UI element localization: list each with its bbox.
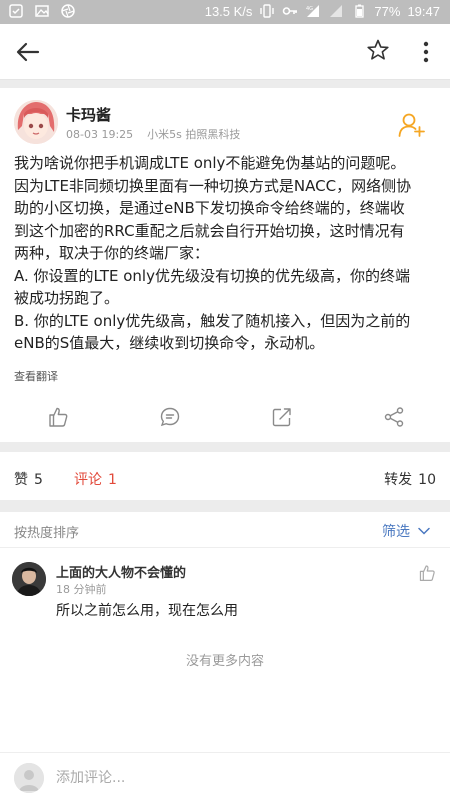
- post-line: A. 你设置的LTE only优先级没有切换的优先级高，你的终端: [14, 266, 410, 285]
- divider: [0, 80, 450, 88]
- counts-bar: 赞5 评论 1 转发 10: [0, 452, 450, 500]
- divider: [0, 500, 450, 512]
- post-line: 因为LTE非同频切换里面有一种切换方式是NACC，网络侧协: [14, 176, 412, 195]
- battery-icon: [355, 4, 365, 18]
- avatar: [14, 763, 44, 793]
- notification-icon: [9, 4, 23, 18]
- aperture-icon: [61, 4, 75, 18]
- post-content: 我为啥说你把手机调成LTE only不能避免伪基站的问题呢。 因为LTE非同频切…: [14, 152, 438, 355]
- comment-composer: 添加评论...: [0, 752, 450, 800]
- signal-icon: 4G: [306, 5, 320, 17]
- more-vert-icon[interactable]: [414, 38, 438, 66]
- post-line: 到这个加密的RRC重配之后就会自行开始切换，这时情况有: [14, 221, 405, 240]
- status-bar: 13.5 K/s 4G 77% 19:47: [0, 0, 450, 24]
- filter-label: 筛选: [382, 524, 410, 540]
- add-friend-icon[interactable]: [398, 112, 426, 138]
- like-icon[interactable]: [47, 406, 69, 428]
- comment-item: 上面的大人物不会懂的 18 分钟前 所以之前怎么用，现在怎么用: [0, 550, 450, 630]
- signal-icon-2: [330, 5, 343, 17]
- key-icon: [283, 7, 298, 15]
- tab-comments[interactable]: 评论 1: [74, 469, 117, 489]
- post-author[interactable]: 卡玛酱: [66, 104, 111, 125]
- network-speed: 13.5 K/s: [204, 3, 253, 19]
- app-bar: [0, 24, 450, 80]
- post-line: eNB的S值最大，继续收到切换命令，永动机。: [14, 334, 325, 352]
- post-actions: [0, 406, 450, 432]
- avatar[interactable]: [14, 100, 58, 144]
- tab-likes[interactable]: 赞5: [14, 469, 43, 489]
- filter-button[interactable]: 筛选: [382, 521, 430, 541]
- share-icon[interactable]: [383, 406, 405, 428]
- likes-count: 5: [34, 472, 43, 488]
- comments-count: 1: [108, 472, 117, 488]
- divider: [0, 442, 450, 452]
- post-line: 两种，取决于你的终端厂家：: [14, 244, 210, 262]
- share-out-icon[interactable]: [271, 406, 293, 428]
- sort-bar: 按热度排序 筛选: [0, 512, 450, 548]
- vibrate-icon: [260, 4, 275, 18]
- like-icon[interactable]: [418, 564, 436, 582]
- post-card: 卡玛酱 08-03 19:25 小米5s 拍照黑科技 我为啥说你把手机调成LTE …: [0, 88, 450, 442]
- post-device: 小米5s 拍照黑科技: [147, 128, 241, 141]
- comment-time: 18 分钟前: [56, 583, 107, 596]
- clock: 19:47: [407, 3, 440, 19]
- back-arrow-icon[interactable]: [14, 38, 42, 66]
- tab-likes-label: 赞: [14, 472, 28, 488]
- post-line: 被成功拐跑了。: [14, 289, 120, 307]
- battery-percent: 77%: [374, 3, 401, 19]
- translate-link[interactable]: 查看翻译: [14, 368, 58, 384]
- sort-label[interactable]: 按热度排序: [14, 522, 79, 541]
- post-line: 助的小区切换，是通过eNB下发切换命令给终端的，终端收: [14, 199, 405, 217]
- no-more-content: 没有更多内容: [185, 654, 264, 669]
- post-line: 我为啥说你把手机调成LTE only不能避免伪基站的问题呢。: [14, 154, 406, 172]
- reposts-count: 10: [418, 472, 436, 488]
- tab-comments-label: 评论: [74, 472, 102, 488]
- svg-text:4G: 4G: [306, 6, 313, 12]
- comment-author[interactable]: 上面的大人物不会懂的: [56, 562, 186, 581]
- image-icon: [35, 5, 49, 17]
- comment-icon[interactable]: [159, 406, 181, 428]
- comment-text: 所以之前怎么用，现在怎么用: [56, 603, 238, 619]
- avatar[interactable]: [12, 562, 46, 596]
- comment-input[interactable]: 添加评论...: [56, 767, 125, 787]
- tab-reposts[interactable]: 转发 10: [384, 469, 436, 489]
- post-meta: 08-03 19:25 小米5s 拍照黑科技: [66, 126, 240, 142]
- chevron-down-icon: [418, 527, 430, 535]
- post-line: B. 你的LTE only优先级高，触发了随机接入，但因为之前的: [14, 311, 411, 330]
- star-icon[interactable]: [366, 38, 390, 62]
- post-date: 08-03 19:25: [66, 128, 134, 141]
- tab-reposts-label: 转发: [384, 472, 413, 488]
